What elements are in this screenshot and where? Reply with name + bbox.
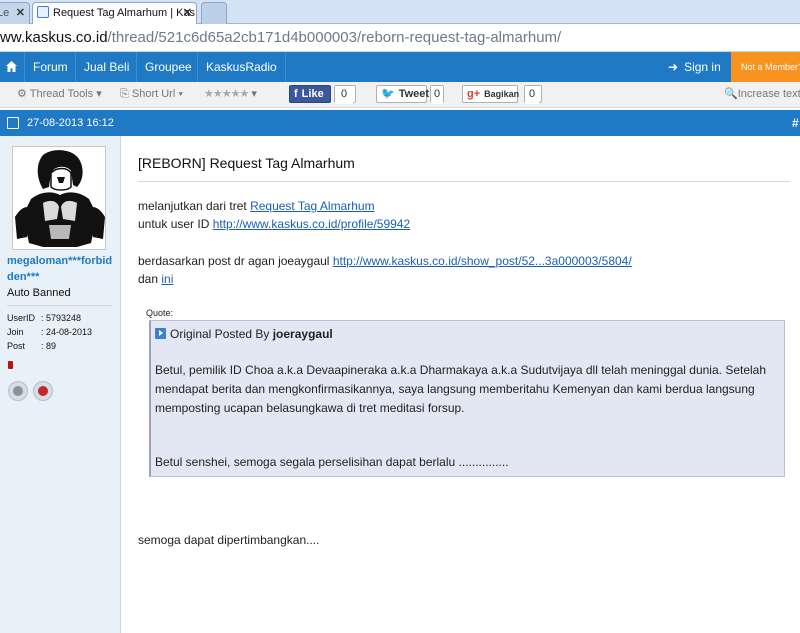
post-line-1: melanjutkan dari tret Request Tag Almarh… bbox=[138, 199, 375, 213]
user-post-row: Post : 89 bbox=[7, 341, 56, 351]
post-closing-line: semoga dapat dipertimbangkan.... bbox=[138, 533, 320, 547]
post-header-bar: 27-08-2013 16:12 # bbox=[0, 110, 800, 136]
thread-tools-label: Thread Tools bbox=[29, 88, 94, 100]
sign-in-label: Sign in bbox=[684, 60, 721, 74]
google-plus-count: 0 bbox=[524, 85, 542, 104]
close-tab-icon[interactable]: ✕ bbox=[183, 3, 192, 23]
quote-label: Quote: bbox=[146, 308, 174, 318]
close-tab-icon[interactable]: ✕ bbox=[16, 3, 25, 23]
avatar[interactable] bbox=[12, 146, 106, 250]
quote-block: Original Posted By joeraygaul Betul, pem… bbox=[149, 320, 785, 477]
google-plus-share-button[interactable]: g+ Bagikan bbox=[462, 85, 519, 103]
increase-text-label: Increase text bbox=[737, 88, 800, 100]
new-tab-button[interactable] bbox=[201, 2, 227, 24]
thread-tools-menu[interactable]: ⚙ Thread Tools ▾ bbox=[17, 82, 102, 108]
home-icon[interactable] bbox=[0, 52, 24, 82]
post-line-3: berdasarkan post dr agan joeaygaul http:… bbox=[138, 254, 632, 268]
post-date: 27-08-2013 16:12 bbox=[27, 117, 114, 129]
request-tag-link[interactable]: Request Tag Almarhum bbox=[250, 199, 375, 213]
post-title: [REBORN] Request Tag Almarhum bbox=[138, 155, 355, 171]
facebook-like-button[interactable]: f Like bbox=[289, 85, 331, 103]
userid-value: : 5793248 bbox=[41, 313, 82, 323]
increase-text-button[interactable]: 🔍Increase text bbox=[724, 82, 800, 108]
ini-link[interactable]: ini bbox=[161, 272, 173, 286]
not-a-member-button[interactable]: Not a Member? bbox=[731, 52, 800, 84]
quote-header: Original Posted By joeraygaul bbox=[155, 327, 333, 341]
twitter-bird-icon: 🐦 bbox=[381, 88, 395, 100]
rating-stars: ★★★★★ bbox=[204, 88, 249, 100]
short-url-menu[interactable]: ⎘ Short Url ▾ bbox=[120, 82, 183, 108]
like-label: Like bbox=[301, 88, 324, 100]
sidebar-divider bbox=[7, 305, 112, 306]
site-navbar: Forum Jual Beli Groupee KaskusRadio ➜ Sig… bbox=[0, 52, 800, 82]
nav-kaskusradio[interactable]: KaskusRadio bbox=[197, 52, 286, 82]
sign-in-link[interactable]: ➜ Sign in bbox=[668, 52, 721, 82]
tweet-button[interactable]: 🐦 Tweet bbox=[376, 85, 429, 103]
gear-icon: ⚙ bbox=[17, 88, 27, 100]
post-count-value: : 89 bbox=[41, 341, 57, 351]
title-divider bbox=[138, 181, 790, 182]
post-line-2: untuk user ID http://www.kaskus.co.id/pr… bbox=[138, 217, 411, 231]
reputation-bar bbox=[8, 361, 13, 369]
url-path: /thread/521c6d65a2cb171d4b000003/reborn-… bbox=[107, 29, 562, 46]
profile-button[interactable] bbox=[8, 381, 28, 401]
tweet-label: Tweet bbox=[398, 88, 430, 100]
select-post-checkbox-icon[interactable] bbox=[7, 117, 19, 129]
user-sidebar: megaloman***forbidden*** Auto Banned Use… bbox=[0, 136, 121, 633]
join-value: : 24-08-2013 bbox=[41, 327, 93, 337]
post-permalink[interactable]: # bbox=[792, 110, 799, 136]
tab-label: Request Tag Almarhum | Kas bbox=[53, 7, 196, 19]
bagikan-label: Bagikan bbox=[484, 89, 520, 99]
link-icon: ⎘ bbox=[120, 88, 129, 100]
nav-groupee[interactable]: Groupee bbox=[136, 52, 200, 82]
browser-tab-inactive[interactable]: Le ✕ bbox=[0, 2, 30, 24]
quote-paragraph-1: Betul, pemilik ID Choa a.k.a Devaapinera… bbox=[155, 363, 767, 415]
user-join-row: Join : 24-08-2013 bbox=[7, 327, 92, 337]
url-host: ww.kaskus.co.id bbox=[0, 29, 108, 46]
short-url-label: Short Url bbox=[131, 88, 176, 100]
quote-author: joeraygaul bbox=[272, 327, 333, 341]
url-field[interactable]: ww.kaskus.co.id/thread/521c6d65a2cb171d4… bbox=[0, 27, 800, 49]
address-bar[interactable]: ww.kaskus.co.id/thread/521c6d65a2cb171d4… bbox=[0, 24, 800, 52]
browser-tab-strip: Le ✕ Request Tag Almarhum | Kas ✕ bbox=[0, 0, 800, 24]
chevron-down-icon: ▾ bbox=[178, 88, 183, 100]
google-plus-icon: g+ bbox=[467, 88, 481, 100]
browser-tab-active[interactable]: Request Tag Almarhum | Kas ✕ bbox=[32, 2, 197, 24]
nav-jual-beli[interactable]: Jual Beli bbox=[75, 52, 137, 82]
rating-menu[interactable]: ★★★★★ ▾ bbox=[204, 82, 257, 108]
username-link[interactable]: megaloman***forbidden*** bbox=[7, 253, 117, 285]
view-post-icon[interactable] bbox=[155, 328, 166, 339]
chevron-down-icon: ▾ bbox=[251, 88, 257, 100]
tweet-count: 0 bbox=[430, 85, 444, 104]
zoom-icon: 🔍 bbox=[724, 88, 738, 100]
user-id-row: UserID : 5793248 bbox=[7, 313, 81, 323]
chevron-down-icon: ▾ bbox=[96, 88, 102, 100]
user-icon bbox=[13, 386, 23, 396]
post-line-4: dan ini bbox=[138, 272, 174, 286]
facebook-like-count: 0 bbox=[334, 85, 356, 104]
userid-label: UserID bbox=[7, 313, 36, 323]
sign-in-icon: ➜ bbox=[668, 60, 679, 74]
tab-label: Le bbox=[0, 7, 10, 19]
show-post-link[interactable]: http://www.kaskus.co.id/show_post/52...3… bbox=[333, 254, 632, 268]
profile-url-link[interactable]: http://www.kaskus.co.id/profile/59942 bbox=[213, 217, 410, 231]
user-status: Auto Banned bbox=[7, 287, 71, 299]
post-label: Post bbox=[7, 341, 26, 351]
thread-toolbar: ⚙ Thread Tools ▾ ⎘ Short Url ▾ ★★★★★ ▾ f… bbox=[0, 82, 800, 108]
kaskus-favicon-icon bbox=[37, 6, 49, 18]
report-button[interactable] bbox=[33, 381, 53, 401]
join-label: Join bbox=[7, 327, 24, 337]
facebook-icon: f bbox=[294, 88, 298, 100]
quote-paragraph-2: Betul senshei, semoga segala perselisiha… bbox=[155, 455, 509, 469]
alert-icon bbox=[38, 386, 48, 396]
nav-forum[interactable]: Forum bbox=[24, 52, 76, 82]
post-content: [REBORN] Request Tag Almarhum melanjutka… bbox=[122, 136, 800, 633]
